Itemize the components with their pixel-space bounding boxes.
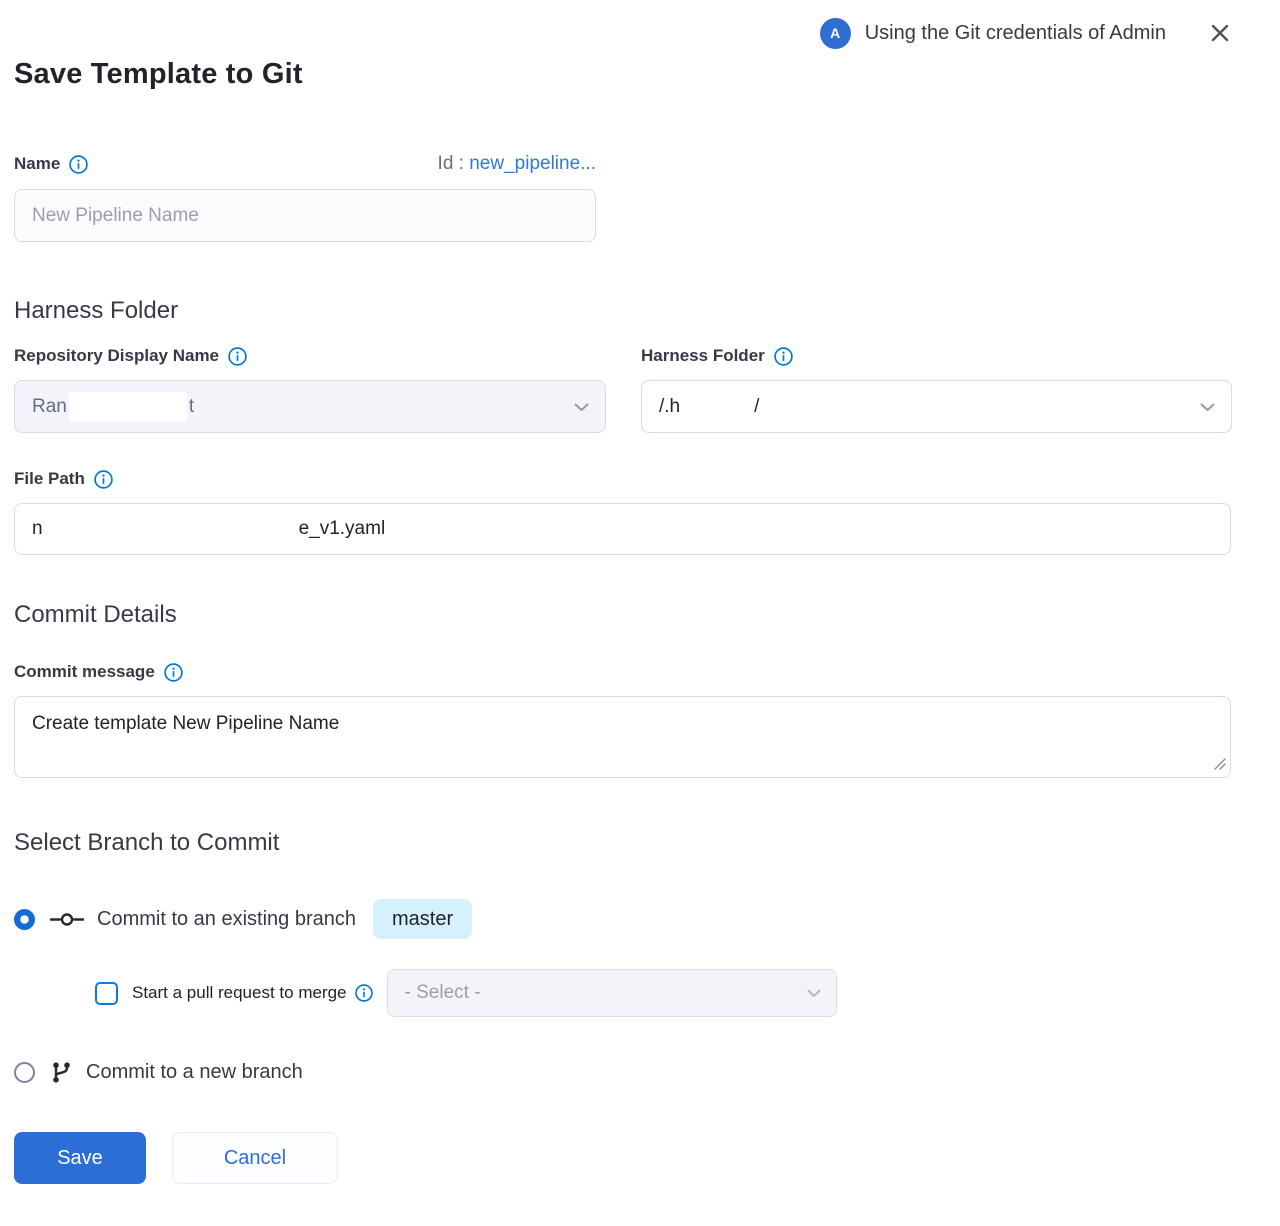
repository-select: Ran t <box>14 380 606 433</box>
page-title: Save Template to Git <box>14 58 1232 91</box>
new-branch-row: Commit to a new branch <box>14 1061 1232 1084</box>
info-icon[interactable] <box>774 347 793 366</box>
new-branch-radio[interactable] <box>14 1062 35 1083</box>
close-icon[interactable] <box>1208 21 1232 45</box>
chevron-down-icon <box>1200 396 1215 418</box>
name-label: Name <box>14 154 88 174</box>
file-path-block: File Path n e_v1.yaml <box>14 469 1232 555</box>
dialog-header: A Using the Git credentials of Admin <box>14 0 1232 36</box>
id-value-link[interactable]: new_pipeline... <box>469 153 596 174</box>
avatar: A <box>820 18 851 49</box>
repository-value-end: t <box>189 396 194 417</box>
commit-message-label: Commit message <box>14 662 1232 682</box>
harness-folder-label: Harness Folder <box>641 346 1232 366</box>
chevron-down-icon <box>574 396 589 418</box>
new-branch-label[interactable]: Commit to a new branch <box>86 1061 303 1084</box>
redacted-text <box>682 392 752 422</box>
dialog-actions: Save Cancel <box>14 1132 1232 1184</box>
repository-field-block: Repository Display Name Ran t <box>14 346 606 433</box>
redacted-text <box>45 514 297 544</box>
commit-message-textarea[interactable]: Create template New Pipeline Name <box>14 696 1231 778</box>
chevron-down-icon <box>807 982 821 1004</box>
harness-folder-heading: Harness Folder <box>14 297 1232 325</box>
save-template-dialog: A Using the Git credentials of Admin Sav… <box>0 0 1280 1184</box>
pull-request-row: Start a pull request to merge - Select - <box>95 969 1232 1017</box>
harness-folder-select[interactable]: /.h / <box>641 380 1232 433</box>
repository-label: Repository Display Name <box>14 346 606 366</box>
cancel-button[interactable]: Cancel <box>172 1132 338 1184</box>
save-button[interactable]: Save <box>14 1132 146 1184</box>
pull-request-checkbox[interactable] <box>95 982 118 1005</box>
info-icon[interactable] <box>69 155 88 174</box>
file-path-input[interactable]: n e_v1.yaml <box>14 503 1231 555</box>
pull-request-label[interactable]: Start a pull request to merge <box>132 983 347 1003</box>
git-commit-icon <box>50 911 84 928</box>
existing-branch-radio[interactable] <box>14 909 35 930</box>
repository-value-start: Ran <box>32 396 67 417</box>
select-branch-heading: Select Branch to Commit <box>14 829 1232 857</box>
info-icon[interactable] <box>228 347 247 366</box>
file-path-value-end: e_v1.yaml <box>299 518 386 539</box>
git-branch-icon <box>50 1061 73 1084</box>
existing-branch-row: Commit to an existing branch master <box>14 899 1232 939</box>
redacted-text <box>69 392 187 422</box>
git-credentials-text: Using the Git credentials of Admin <box>865 22 1166 45</box>
harness-folder-field-block: Harness Folder /.h / <box>641 346 1232 433</box>
info-icon[interactable] <box>355 984 373 1002</box>
branch-name-badge[interactable]: master <box>373 899 472 939</box>
info-icon[interactable] <box>94 470 113 489</box>
folder-value-end: / <box>754 396 759 417</box>
id-prefix: Id : <box>438 153 464 174</box>
target-branch-select: - Select - <box>387 969 837 1017</box>
avatar-initial: A <box>830 25 840 41</box>
name-field-block: Name Id : new_pipeline... <box>14 153 596 242</box>
info-icon[interactable] <box>164 663 183 682</box>
commit-details-heading: Commit Details <box>14 601 1232 629</box>
file-path-label: File Path <box>14 469 1232 489</box>
commit-message-wrap: Create template New Pipeline Name <box>14 696 1231 783</box>
existing-branch-label[interactable]: Commit to an existing branch <box>97 908 356 931</box>
folder-value-start: /.h <box>659 396 680 417</box>
name-input[interactable] <box>14 189 596 242</box>
file-path-value-start: n <box>32 518 43 539</box>
template-id: Id : new_pipeline... <box>438 153 596 175</box>
